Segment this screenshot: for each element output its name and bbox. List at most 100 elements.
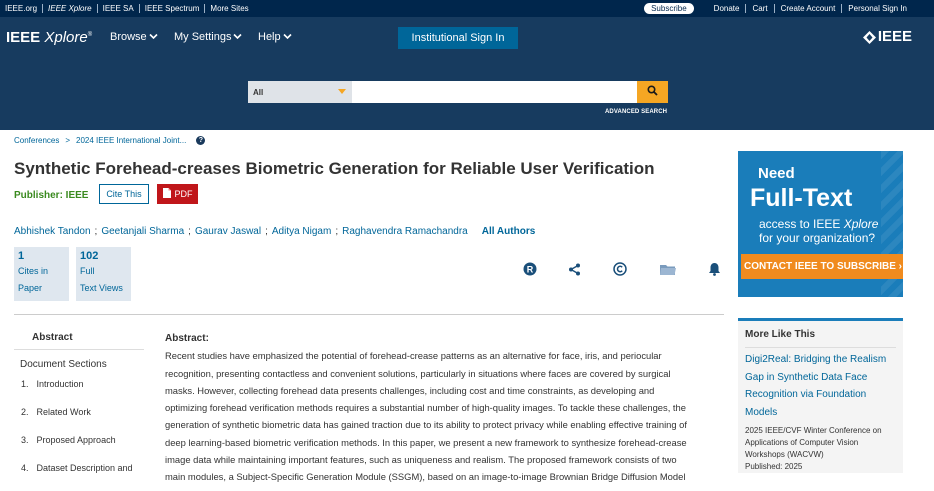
section-link-related-work[interactable]: 2. Related Work (14, 407, 144, 435)
abstract-line: recognition, presenting contactless and … (165, 367, 671, 379)
rights-permissions-icon[interactable]: R (523, 262, 537, 281)
chevron-down-icon (233, 32, 243, 42)
nav-help[interactable]: Help (258, 31, 292, 43)
copyright-icon[interactable] (613, 262, 627, 281)
author-link[interactable]: Raghavendra Ramachandra (342, 226, 468, 237)
ad-need-text: Need (758, 165, 795, 182)
nav-help-label: Help (258, 31, 281, 43)
caret-down-icon (338, 89, 346, 94)
question-icon[interactable]: ? (196, 136, 206, 145)
search-input[interactable] (352, 81, 637, 103)
logo-italic-text: Xplore (44, 29, 88, 46)
search-icon (647, 83, 658, 101)
section-number: 3. (21, 435, 29, 445)
breadcrumb-conferences[interactable]: Conferences (14, 136, 59, 145)
section-label: Introduction (36, 379, 84, 389)
search-button[interactable] (637, 81, 668, 103)
related-article-published: Published: 2025 (745, 462, 803, 471)
link-ieee-org[interactable]: IEEE.org (0, 4, 44, 13)
breadcrumb-separator: > (65, 136, 71, 145)
institutional-sign-in-button[interactable]: Institutional Sign In (398, 27, 518, 49)
ieee-xplore-logo[interactable]: IEEE Xplore® (6, 29, 92, 46)
nav-my-settings-label: My Settings (174, 31, 232, 43)
divider (14, 314, 724, 315)
cart-link[interactable]: Cart (746, 4, 775, 13)
subscribe-button[interactable]: Subscribe (644, 3, 694, 14)
metric-label-line2: Text Views (80, 283, 123, 293)
folder-icon[interactable] (660, 263, 676, 281)
bell-alert-icon[interactable] (708, 262, 721, 281)
section-number: 2. (21, 407, 29, 417)
author-separator: ; (335, 226, 339, 237)
author-link[interactable]: Gaurav Jaswal (195, 226, 261, 237)
ad-access-text: access to IEEE Xplore for your organizati… (759, 217, 878, 245)
share-icon[interactable] (568, 263, 581, 281)
abstract-line: optimizing forehead verification methods… (165, 402, 686, 414)
create-account-link[interactable]: Create Account (775, 4, 843, 13)
cite-this-button[interactable]: Cite This (99, 184, 149, 204)
section-number: 4. (21, 463, 29, 473)
related-article-conference: 2025 IEEE/CVF Winter Conference on Appli… (745, 426, 882, 459)
svg-text:R: R (527, 265, 534, 275)
logo-text: IEEE (6, 29, 41, 46)
ieee-diamond-icon (862, 30, 876, 44)
link-ieee-spectrum[interactable]: IEEE Spectrum (140, 4, 206, 13)
author-link[interactable]: Geetanjali Sharma (101, 226, 184, 237)
ad-access-part2: for your organization? (759, 231, 876, 245)
full-text-access-ad[interactable]: Need Full-Text access to IEEE Xplore for … (738, 151, 903, 297)
ieee-logo[interactable]: IEEE (862, 28, 912, 45)
nav-browse-label: Browse (110, 31, 147, 43)
abstract-section: Abstract: Recent studies have emphasized… (165, 330, 721, 486)
more-like-this-heading: More Like This (745, 329, 896, 348)
related-article-link[interactable]: Digi2Real: Bridging the Realism Gap in S… (745, 351, 896, 421)
ad-access-xplore: Xplore (843, 217, 879, 231)
contact-ieee-subscribe-button[interactable]: CONTACT IEEE TO SUBSCRIBE › (741, 254, 903, 279)
nav-browse[interactable]: Browse (110, 31, 158, 43)
abstract-line: generation of synthetic biometric data h… (165, 419, 688, 431)
document-sections-heading: Document Sections (20, 359, 107, 370)
section-link-introduction[interactable]: 1. Introduction (14, 379, 144, 407)
link-ieee-sa[interactable]: IEEE SA (98, 4, 140, 13)
full-text-views-metric[interactable]: 102 Full Text Views (76, 247, 131, 301)
donate-link[interactable]: Donate (708, 4, 747, 13)
author-separator: ; (265, 226, 268, 237)
metric-label-line1: Full (80, 266, 95, 276)
search-bar: All (248, 81, 668, 103)
cites-in-paper-metric[interactable]: 1 Cites in Paper (14, 247, 69, 301)
ad-full-text-heading: Full-Text (750, 184, 853, 212)
article-title: Synthetic Forehead-creases Biometric Gen… (14, 159, 655, 178)
abstract-line: main modules, a Subject-Specific Generat… (165, 471, 686, 483)
abstract-line: image data while maintaining important f… (165, 454, 677, 466)
section-link-proposed-approach[interactable]: 3. Proposed Approach (14, 435, 144, 463)
personal-sign-in-link[interactable]: Personal Sign In (842, 4, 934, 13)
section-number: 1. (21, 379, 29, 389)
metric-count: 1 (18, 250, 25, 262)
author-link[interactable]: Aditya Nigam (272, 226, 331, 237)
breadcrumb-conference-name[interactable]: 2024 IEEE International Joint... (76, 136, 186, 145)
more-like-this-panel: More Like This Digi2Real: Bridging the R… (738, 318, 903, 473)
pdf-button[interactable]: PDF (157, 184, 198, 204)
nav-my-settings[interactable]: My Settings (174, 31, 243, 43)
ieee-logo-text: IEEE (877, 28, 912, 45)
breadcrumb: Conferences > 2024 IEEE International Jo… (14, 136, 206, 145)
author-link[interactable]: Abhishek Tandon (14, 226, 91, 237)
publisher-label: Publisher: IEEE (14, 190, 89, 201)
advanced-search-link[interactable]: ADVANCED SEARCH (605, 109, 667, 115)
link-ieee-xplore[interactable]: IEEE Xplore (43, 4, 98, 13)
metric-label-line2: Paper (18, 283, 43, 293)
abstract-line: Recent studies have emphasized the poten… (165, 350, 662, 362)
all-authors-link[interactable]: All Authors (482, 226, 536, 237)
author-list: Abhishek Tandon; Geetanjali Sharma; Gaur… (14, 226, 535, 237)
pdf-file-icon (162, 188, 171, 200)
section-link-dataset[interactable]: 4. Dataset Description and (14, 463, 144, 491)
nav-abstract[interactable]: Abstract (14, 322, 144, 350)
chevron-down-icon (149, 32, 158, 42)
abstract-line: masks. However, collecting forehead data… (165, 384, 655, 396)
section-label: Related Work (36, 407, 91, 417)
site-header: IEEE Xplore® Browse My Settings Help Ins… (0, 17, 934, 130)
link-more-sites[interactable]: More Sites (205, 4, 253, 13)
section-label: Dataset Description and (36, 463, 133, 473)
author-separator: ; (94, 226, 98, 237)
search-scope-select[interactable]: All (248, 81, 352, 103)
metric-label-line1: Cites in (18, 266, 49, 276)
